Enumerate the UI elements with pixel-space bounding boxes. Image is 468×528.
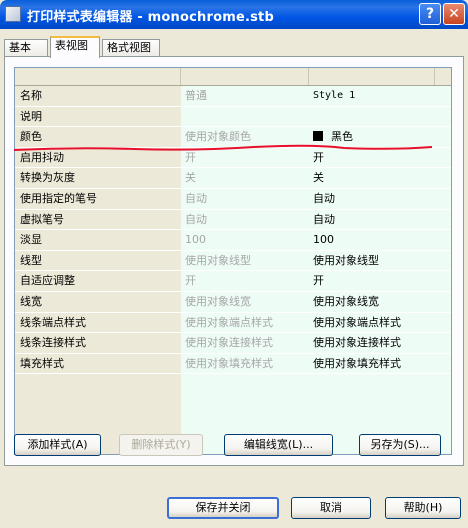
property-name: 名称 [20,89,42,102]
normal-value: 使用对象颜色 [185,130,251,144]
normal-value: 开 [185,150,196,164]
table-row[interactable]: 淡显 100 100 [15,230,451,251]
property-name: 线条连接样式 [20,336,86,350]
save-and-close-button[interactable]: 保存并关闭 [167,497,279,519]
close-button[interactable]: ✕ [443,3,465,25]
normal-value: 使用对象端点样式 [185,315,273,329]
style-value[interactable]: 开 [313,271,449,291]
normal-value: 普通 [185,89,207,102]
table-row[interactable]: 说明 [15,107,451,128]
normal-value: 100 [185,233,206,247]
title-bar: 打印样式表编辑器 - monochrome.stb ? ✕ [0,0,468,29]
property-name: 填充样式 [20,356,64,370]
tab-table-view[interactable]: 表视图 [50,36,100,58]
save-as-button[interactable]: 另存为(S)... [359,434,441,456]
style-value[interactable]: 使用对象端点样式 [313,313,449,333]
table-row[interactable]: 虚拟笔号 自动 自动 [15,210,451,231]
table-row[interactable]: 线条端点样式 使用对象端点样式 使用对象端点样式 [15,313,451,334]
color-value-label: 黑色 [331,130,353,144]
normal-value: 自动 [185,212,207,226]
normal-value [185,107,307,127]
style-value[interactable]: Style 1 [313,86,449,106]
normal-value: 使用对象线型 [185,253,251,267]
style-value[interactable] [313,107,449,127]
cancel-button[interactable]: 取消 [291,497,371,519]
normal-value: 使用对象填充样式 [185,356,273,370]
property-name: 转换为灰度 [20,171,75,185]
normal-value: 使用对象连接样式 [185,336,273,350]
normal-value: 关 [185,171,196,185]
edit-lineweights-button[interactable]: 编辑线宽(L)... [224,434,333,456]
table-row[interactable]: 颜色 使用对象颜色 黑色 [15,127,451,148]
property-name: 线条端点样式 [20,315,86,329]
style-value[interactable]: 使用对象线型 [313,251,449,271]
window-title: 打印样式表编辑器 - monochrome.stb [27,10,274,25]
style-value[interactable]: 自动 [313,210,449,230]
tab-general[interactable]: 基本 [4,39,48,57]
table-row[interactable]: 转换为灰度 关 关 [15,168,451,189]
property-grid[interactable]: 名称 普通 Style 1 说明 颜色 使用对象颜色 黑色 启用抖动开开转换为灰度关关使用指定… [14,67,452,455]
style-value[interactable]: 关 [313,168,449,188]
property-name: 颜色 [20,130,42,144]
style-value[interactable]: 使用对象连接样式 [313,333,449,353]
property-name: 启用抖动 [20,150,64,164]
style-value[interactable]: 开 [313,148,449,168]
normal-value: 开 [185,274,196,288]
property-name: 使用指定的笔号 [20,192,97,205]
add-style-button[interactable]: 添加样式(A) [14,434,101,456]
table-row[interactable]: 使用指定的笔号 自动 自动 [15,189,451,210]
tab-panel: 名称 普通 Style 1 说明 颜色 使用对象颜色 黑色 启用抖动开开转换为灰度关关使用指定… [4,56,464,466]
property-name: 线宽 [20,295,42,308]
table-row[interactable]: 线条连接样式 使用对象连接样式 使用对象连接样式 [15,333,451,354]
header-cell-property[interactable] [15,68,181,85]
property-name: 线型 [20,253,42,267]
delete-style-button[interactable]: 删除样式(Y) [119,434,203,456]
tab-form-view[interactable]: 格式视图 [102,39,160,57]
property-name: 淡显 [20,233,42,247]
style-value[interactable]: 使用对象填充样式 [313,354,449,374]
style-value[interactable]: 使用对象线宽 [313,292,449,312]
style-value[interactable]: 自动 [313,189,449,209]
color-swatch [313,131,323,142]
table-row[interactable]: 线型 使用对象线型 使用对象线型 [15,251,451,272]
table-row[interactable]: 自适应调整 开 开 [15,271,451,292]
style-value[interactable]: 100 [313,230,449,250]
table-row[interactable]: 启用抖动 开 开 [15,148,451,169]
app-icon [5,6,21,22]
table-row[interactable]: 名称 普通 Style 1 [15,86,451,107]
help-button[interactable]: ? [419,3,441,25]
style-value[interactable]: 黑色 [313,127,449,147]
help-footer-button[interactable]: 帮助(H) [385,497,461,519]
property-name: 自适应调整 [20,274,75,288]
header-cell-filler [435,68,451,85]
property-name: 说明 [20,109,42,123]
grid-header [15,68,451,86]
property-name: 虚拟笔号 [20,212,64,226]
header-cell-style1[interactable] [309,68,435,85]
normal-value: 自动 [185,192,207,205]
header-cell-normal[interactable] [181,68,309,85]
table-row[interactable]: 线宽 使用对象线宽 使用对象线宽 [15,292,451,313]
table-row[interactable]: 填充样式 使用对象填充样式 使用对象填充样式 [15,354,451,375]
normal-value: 使用对象线宽 [185,295,251,308]
